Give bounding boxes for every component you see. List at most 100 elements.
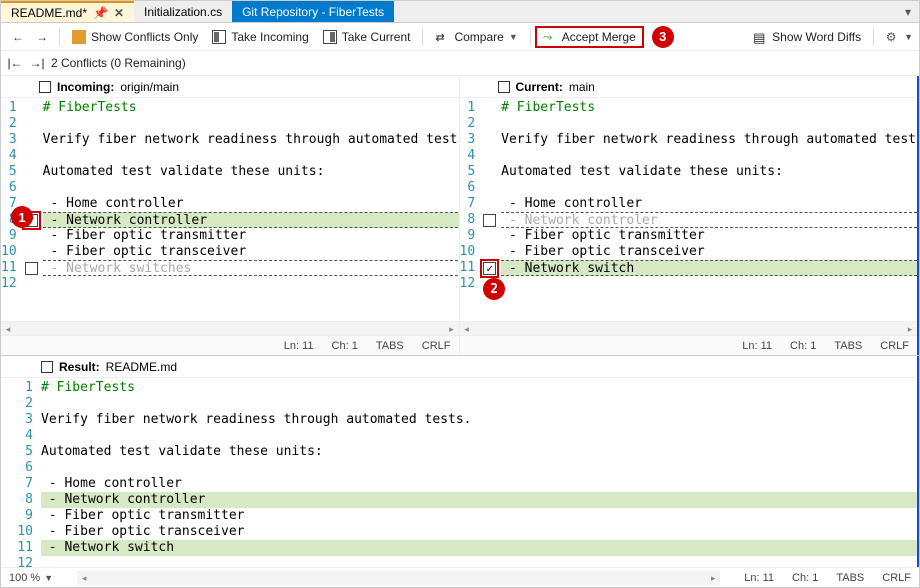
code-line[interactable]: - Network controller <box>41 492 917 508</box>
result-header: Result: README.md <box>1 356 917 378</box>
separator <box>530 28 531 46</box>
code-line[interactable] <box>41 396 917 412</box>
code-line[interactable]: - Network switch <box>501 260 917 276</box>
code-line[interactable]: Automated test validate these units: <box>41 444 917 460</box>
code-line[interactable]: - Network controler <box>501 212 917 228</box>
status-ch: Ch: 1 <box>332 340 358 352</box>
status-ln: Ln: 11 <box>744 572 774 584</box>
show-word-diffs-button[interactable]: Show Word Diffs <box>747 28 867 46</box>
take-incoming-icon <box>212 30 226 44</box>
code-line[interactable]: Verify fiber network readiness through a… <box>501 132 917 148</box>
incoming-pane: Incoming: origin/main 123456789101112 # … <box>1 76 459 355</box>
compare-button[interactable]: Compare ▼ <box>429 28 523 46</box>
result-file: README.md <box>106 360 177 374</box>
code-line[interactable]: # FiberTests <box>41 380 917 396</box>
code-line[interactable]: - Home controller <box>501 196 917 212</box>
last-conflict-icon[interactable]: →| <box>29 56 45 70</box>
status-ln: Ln: 11 <box>284 340 314 352</box>
chevron-down-icon[interactable]: ▾ <box>905 5 911 19</box>
code-line[interactable] <box>41 428 917 444</box>
code-line[interactable]: - Fiber optic transmitter <box>43 228 459 244</box>
gear-icon[interactable]: ⚙ <box>880 26 902 48</box>
code-line[interactable]: Automated test validate these units: <box>43 164 459 180</box>
incoming-label: Incoming: <box>57 80 114 94</box>
tab-label: Git Repository - FiberTests <box>242 5 384 19</box>
take-current-button[interactable]: Take Current <box>317 28 417 46</box>
forward-button[interactable]: → <box>31 26 53 48</box>
status-tabs: TABS <box>376 340 404 352</box>
separator <box>873 28 874 46</box>
current-code[interactable]: 123456789101112 # FiberTests Verify fiber… <box>460 98 918 321</box>
result-code[interactable]: 123456789101112 # FiberTestsVerify fiber… <box>1 378 917 567</box>
dropdown-arrow-icon[interactable]: ▼ <box>904 32 913 42</box>
current-header: Current: main <box>460 76 918 98</box>
tab-git-repo[interactable]: Git Repository - FiberTests <box>232 1 394 22</box>
status-crlf: CRLF <box>422 340 451 352</box>
code-line[interactable]: Verify fiber network readiness through a… <box>43 132 459 148</box>
scroll-left-icon[interactable]: ◂ <box>460 322 474 336</box>
separator <box>422 28 423 46</box>
code-line[interactable] <box>43 180 459 196</box>
zoom-selector[interactable]: 100 % ▼ <box>9 572 53 584</box>
accept-merge-button[interactable]: Accept Merge <box>537 28 642 46</box>
scroll-left-icon[interactable]: ◂ <box>77 572 91 586</box>
code-line[interactable] <box>43 148 459 164</box>
tab-readme[interactable]: README.md* 📌 ✕ <box>1 1 134 22</box>
code-line[interactable]: - Network switch <box>41 540 917 556</box>
code-line[interactable]: - Home controller <box>41 476 917 492</box>
tab-label: Initialization.cs <box>144 5 222 19</box>
code-line[interactable]: # FiberTests <box>43 100 459 116</box>
incoming-header: Incoming: origin/main <box>1 76 459 98</box>
current-label: Current: <box>516 80 563 94</box>
pane-icon <box>41 361 53 373</box>
close-icon[interactable]: ✕ <box>114 6 124 20</box>
scroll-left-icon[interactable]: ◂ <box>1 322 15 336</box>
pane-icon <box>498 81 510 93</box>
horizontal-scrollbar[interactable]: ◂ ▸ <box>460 321 918 335</box>
code-line[interactable]: - Network switches <box>43 260 459 276</box>
first-conflict-icon[interactable]: |← <box>7 56 23 70</box>
code-line[interactable] <box>501 148 917 164</box>
scroll-right-icon[interactable]: ▸ <box>445 322 459 336</box>
code-line[interactable]: - Fiber optic transmitter <box>501 228 917 244</box>
zoom-value: 100 % <box>9 572 40 584</box>
code-lines[interactable]: # FiberTests Verify fiber network readine… <box>483 98 917 321</box>
back-button[interactable]: ← <box>7 26 29 48</box>
code-line[interactable] <box>501 276 917 292</box>
code-line[interactable] <box>43 276 459 292</box>
status-crlf: CRLF <box>882 572 911 584</box>
code-line[interactable]: # FiberTests <box>501 100 917 116</box>
code-line[interactable] <box>43 116 459 132</box>
take-incoming-button[interactable]: Take Incoming <box>206 28 314 46</box>
incoming-status: Ln: 11 Ch: 1 TABS CRLF <box>1 335 459 355</box>
code-line[interactable]: - Network controller <box>43 212 459 228</box>
code-lines[interactable]: # FiberTests Verify fiber network readine… <box>25 98 459 321</box>
code-line[interactable] <box>501 180 917 196</box>
line-gutter: 123456789101112 <box>460 98 484 321</box>
conflict-checkbox[interactable] <box>483 214 496 227</box>
dropdown-arrow-icon: ▼ <box>44 573 53 583</box>
pin-icon[interactable]: 📌 <box>93 6 108 20</box>
code-line[interactable]: - Fiber optic transceiver <box>501 244 917 260</box>
code-line[interactable]: - Fiber optic transceiver <box>41 524 917 540</box>
code-line[interactable]: Automated test validate these units: <box>501 164 917 180</box>
code-line[interactable] <box>41 556 917 567</box>
conflict-checkbox[interactable] <box>483 262 496 275</box>
code-line[interactable]: Verify fiber network readiness through a… <box>41 412 917 428</box>
scroll-right-icon[interactable]: ▸ <box>706 572 720 586</box>
code-lines[interactable]: # FiberTests Verify fiber network readine… <box>41 378 917 567</box>
code-line[interactable]: - Home controller <box>43 196 459 212</box>
code-line[interactable]: - Fiber optic transmitter <box>41 508 917 524</box>
code-line[interactable] <box>501 116 917 132</box>
incoming-code[interactable]: 123456789101112 # FiberTestsVerify fiber… <box>1 98 459 321</box>
horizontal-scrollbar[interactable]: ◂ ▸ <box>1 321 459 335</box>
code-line[interactable]: - Fiber optic transceiver <box>43 244 459 260</box>
code-line[interactable] <box>41 460 917 476</box>
horizontal-scrollbar[interactable]: ◂ ▸ <box>77 571 720 585</box>
merge-icon <box>543 30 557 44</box>
scroll-right-icon[interactable]: ▸ <box>903 322 917 336</box>
button-label: Take Current <box>342 30 411 44</box>
conflict-checkbox[interactable] <box>25 262 38 275</box>
show-conflicts-button[interactable]: Show Conflicts Only <box>66 28 204 46</box>
tab-initialization[interactable]: Initialization.cs <box>134 1 232 22</box>
